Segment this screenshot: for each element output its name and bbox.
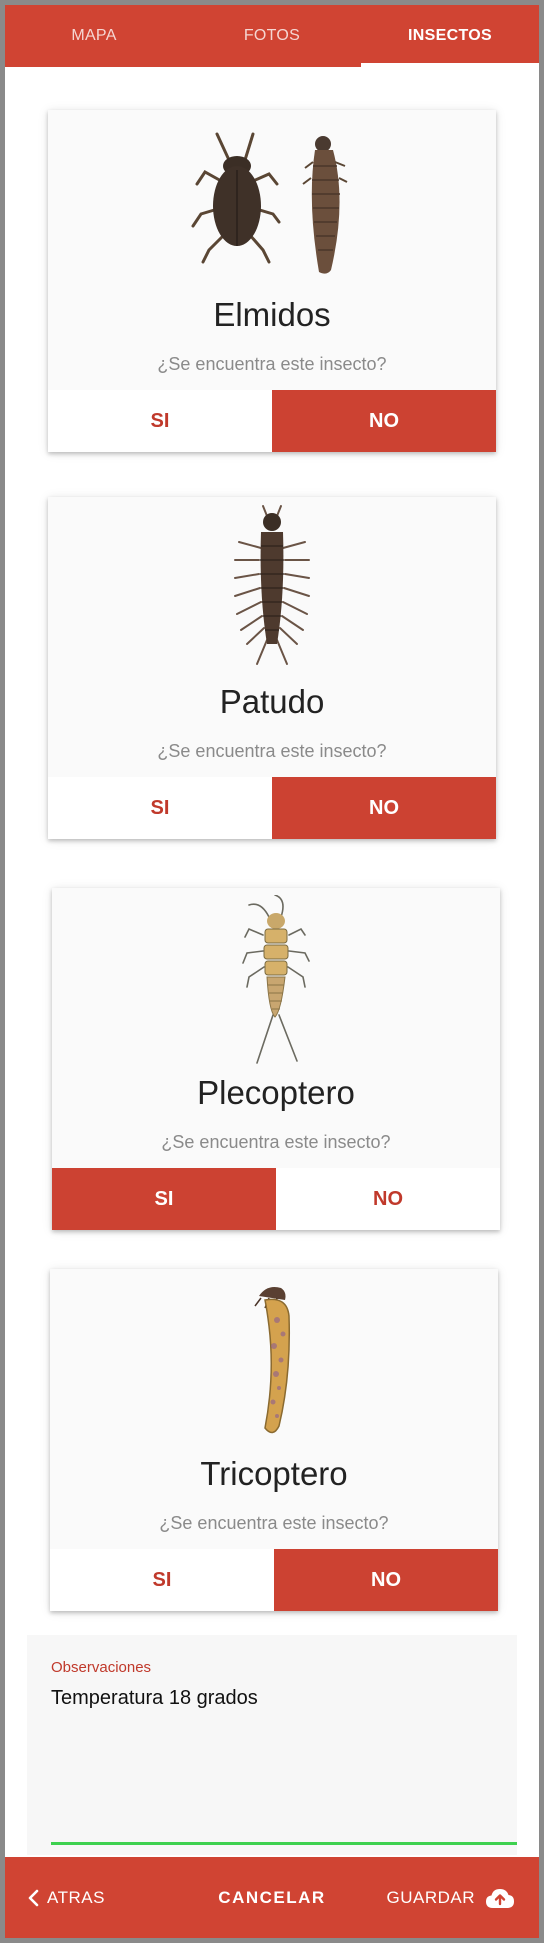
yes-button[interactable]: SI [48,777,272,839]
bottom-action-bar: CANCELAR ATRAS GUARDAR [5,1857,539,1938]
plecoptero-stonefly-icon [52,888,500,1072]
app-frame: MAPA FOTOS INSECTOS Elmidos ¿Se encuentr… [5,5,539,1938]
save-label: GUARDAR [386,1887,475,1907]
insect-question: ¿Se encuentra este insecto? [159,1513,389,1533]
no-button[interactable]: NO [274,1549,498,1611]
observations-field[interactable]: Observaciones Temperatura 18 grados [27,1635,517,1855]
insect-question: ¿Se encuentra este insecto? [161,1132,391,1152]
insect-name: Plecoptero [197,1074,355,1111]
back-button[interactable]: ATRAS [27,1857,105,1938]
observations-focus-underline [51,1842,517,1845]
tricoptero-caddisfly-icon [50,1269,498,1453]
observations-input[interactable]: Temperatura 18 grados [51,1687,258,1710]
no-button[interactable]: NO [272,777,496,839]
insect-card-patudo: Patudo ¿Se encuentra este insecto? SI NO [48,497,496,839]
no-button[interactable]: NO [276,1168,500,1230]
insect-name: Elmidos [213,296,331,333]
insect-name: Patudo [219,683,325,720]
chevron-left-icon [28,1889,39,1906]
insect-name: Tricoptero [200,1455,348,1492]
yes-button[interactable]: SI [50,1549,274,1611]
yes-button[interactable]: SI [52,1168,276,1230]
tab-insectos[interactable]: INSECTOS [361,5,539,67]
save-button[interactable]: GUARDAR [386,1857,515,1938]
no-button[interactable]: NO [272,390,496,452]
insect-question: ¿Se encuentra este insecto? [157,354,387,374]
patudo-larva-icon [48,497,496,681]
insect-card-plecoptero: Plecoptero ¿Se encuentra este insecto? S… [52,888,500,1230]
yes-button[interactable]: SI [48,390,272,452]
elmidos-beetle-icon [48,110,496,294]
insect-question: ¿Se encuentra este insecto? [157,741,387,761]
back-label: ATRAS [47,1887,105,1907]
observations-label: Observaciones [51,1659,152,1676]
insect-card-elmidos: Elmidos ¿Se encuentra este insecto? SI N… [48,110,496,452]
top-tabs: MAPA FOTOS INSECTOS [5,5,539,67]
tab-mapa[interactable]: MAPA [5,5,183,67]
cloud-upload-icon [486,1888,514,1908]
insect-card-tricoptero: Tricoptero ¿Se encuentra este insecto? S… [50,1269,498,1611]
cancel-button[interactable]: CANCELAR [218,1888,325,1908]
tab-fotos[interactable]: FOTOS [183,5,361,67]
